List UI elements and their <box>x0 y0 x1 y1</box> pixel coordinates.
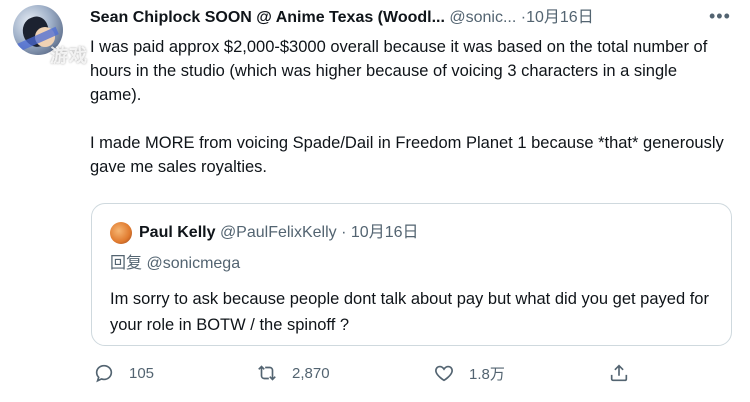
share-icon <box>610 364 628 382</box>
tweet-actions: 105 2,870 1.8万 <box>0 362 750 392</box>
quoted-author-handle: @PaulFelixKelly <box>219 224 337 241</box>
author-name[interactable]: Sean Chiplock SOON @ Anime Texas (Woodl.… <box>90 9 445 26</box>
tweet-header: Sean Chiplock SOON @ Anime Texas (Woodl.… <box>90 8 594 28</box>
separator-dot: · <box>341 224 347 241</box>
quoted-tweet-card[interactable]: Paul Kelly @PaulFelixKelly · 10月16日 回复 @… <box>91 203 732 346</box>
quoted-tweet-date: 10月16日 <box>350 224 419 241</box>
share-button[interactable] <box>608 362 630 384</box>
reply-prefix: 回复 <box>110 255 143 272</box>
more-icon[interactable]: ••• <box>709 6 731 27</box>
retweet-count: 2,870 <box>292 364 330 382</box>
author-handle[interactable]: @sonic... <box>449 9 516 26</box>
reply-count: 105 <box>129 364 155 382</box>
retweet-icon <box>258 365 276 381</box>
quoted-tweet-text: Im sorry to ask because people dont talk… <box>110 290 709 334</box>
retweet-button[interactable]: 2,870 <box>256 362 330 384</box>
like-count: 1.8万 <box>469 365 505 383</box>
tweet-date[interactable]: 10月16日 <box>526 9 594 26</box>
like-button[interactable]: 1.8万 <box>433 362 505 384</box>
quoted-author-avatar <box>110 222 132 244</box>
comment-icon <box>95 364 113 383</box>
quoted-tweet-header: Paul Kelly @PaulFelixKelly · 10月16日 <box>139 222 419 244</box>
reply-context: 回复 @sonicmega <box>110 253 240 275</box>
reply-mention[interactable]: @sonicmega <box>146 255 240 272</box>
quoted-author-name: Paul Kelly <box>139 224 216 241</box>
tweet-paragraph: I made MORE from voicing Spade/Dail in F… <box>90 134 724 176</box>
reply-button[interactable]: 105 <box>93 362 154 384</box>
tweet-body: I was paid approx $2,000-$3000 overall b… <box>90 35 730 179</box>
heart-icon <box>435 365 453 382</box>
watermark: 游戏 <box>50 46 88 66</box>
tweet-paragraph: I was paid approx $2,000-$3000 overall b… <box>90 38 708 104</box>
